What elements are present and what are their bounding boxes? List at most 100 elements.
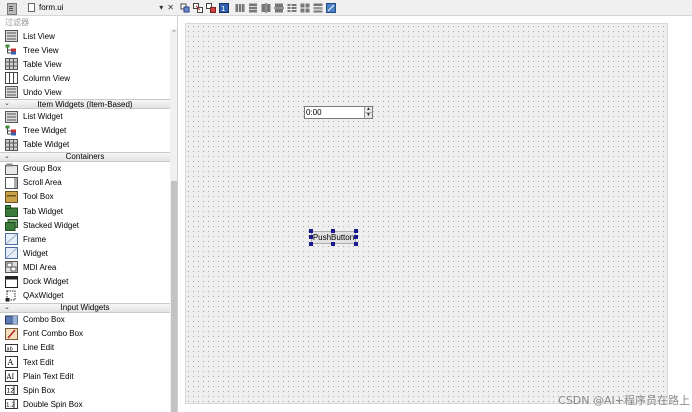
spin-box-icon: 12	[5, 385, 18, 396]
widget-item-column-view[interactable]: Column View	[0, 71, 170, 85]
widget-item-group-box[interactable]: Group Box	[0, 162, 170, 176]
selection-handle[interactable]	[331, 229, 335, 233]
svg-text:1.2: 1.2	[6, 403, 15, 409]
widget-item-table-widget[interactable]: Table Widget	[0, 138, 170, 152]
svg-text:12: 12	[7, 388, 15, 395]
category-containers[interactable]: ⌄ Containers	[0, 151, 170, 162]
tab-dropdown-icon[interactable]: ▾	[159, 3, 163, 12]
widget-item-label: Combo Box	[23, 315, 65, 325]
widget-item-table-view[interactable]: Table View	[0, 57, 170, 71]
time-edit-value: 0:00	[306, 108, 322, 117]
group-box-icon	[5, 163, 18, 175]
widget-item-double-spin-box[interactable]: 1.2 Double Spin Box	[0, 397, 170, 411]
qaxwidget-icon	[5, 290, 16, 302]
time-edit-spin-buttons[interactable]: ▲ ▼	[364, 107, 372, 118]
widget-item-scroll-area[interactable]: Scroll Area	[0, 176, 170, 190]
widget-item-text-edit[interactable]: A Text Edit	[0, 355, 170, 369]
scroll-area-icon	[5, 176, 18, 189]
widget-item-label: Double Spin Box	[23, 399, 83, 409]
layout-horizontal-icon[interactable]	[235, 3, 245, 13]
tool-box-icon	[5, 190, 18, 203]
widget-item-plain-text-edit[interactable]: AI Plain Text Edit	[0, 369, 170, 383]
file-tab-title: form.ui	[39, 3, 64, 12]
widget-item-tree-view[interactable]: Tree View	[0, 43, 170, 57]
scroll-up-icon[interactable]: ⌃	[170, 29, 177, 39]
scrollbar-thumb[interactable]	[171, 181, 177, 412]
widget-item-label: Tree Widget	[23, 126, 67, 136]
layout-vertical-icon[interactable]	[248, 3, 258, 13]
widget-item-undo-view[interactable]: Undo View	[0, 85, 170, 99]
widget-item-tab-widget[interactable]: Tab Widget	[0, 204, 170, 218]
widget-item-mdi-area[interactable]: MDI Area	[0, 260, 170, 274]
selection-handle[interactable]	[309, 229, 313, 233]
edit-signals-slots-icon[interactable]	[193, 2, 203, 13]
selection-handle[interactable]	[354, 235, 358, 239]
form-canvas[interactable]: 0:00 ▲ ▼ PushButton	[185, 23, 668, 404]
selection-handle[interactable]	[354, 229, 358, 233]
form-editor-icon	[6, 2, 17, 15]
selection-handle[interactable]	[354, 242, 358, 246]
list-view-icon	[5, 30, 18, 43]
layout-vertical-splitter-icon[interactable]	[274, 3, 284, 13]
table-view-icon	[5, 58, 18, 71]
time-edit-widget[interactable]: 0:00 ▲ ▼	[304, 106, 373, 119]
widget-item-list-widget[interactable]: List Widget	[0, 109, 170, 123]
widget-item-dock-widget[interactable]: Dock Widget	[0, 275, 170, 289]
selection-handle[interactable]	[309, 242, 313, 246]
plain-text-edit-icon: AI	[5, 370, 18, 383]
column-view-icon	[5, 72, 18, 85]
widget-item-label: Spin Box	[23, 385, 56, 395]
layout-grid-icon[interactable]	[300, 3, 310, 13]
widget-list: List View Tree View Table View Column Vi…	[0, 29, 170, 411]
category-input-widgets[interactable]: ⌄ Input Widgets	[0, 302, 170, 313]
widget-item-frame[interactable]: Frame	[0, 232, 170, 246]
filter-input[interactable]: 过滤器	[0, 16, 177, 29]
widget-item-tree-widget[interactable]: Tree Widget	[0, 124, 170, 138]
widget-item-combo-box[interactable]: Combo Box	[0, 313, 170, 327]
widget-item-widget[interactable]: Widget	[0, 246, 170, 260]
font-combo-box-icon	[5, 327, 18, 340]
svg-text:1: 1	[221, 5, 225, 13]
combo-box-icon	[5, 315, 18, 325]
widget-item-label: QAxWidget	[23, 291, 64, 301]
frame-icon	[5, 233, 18, 246]
form-editor-area: 0:00 ▲ ▼ PushButton CSDN @AI+程序员在路上	[178, 16, 692, 412]
edit-tab-order-icon[interactable]: 1	[219, 2, 229, 13]
widget-item-list-view[interactable]: List View	[0, 29, 170, 43]
widget-item-label: Table View	[23, 59, 62, 69]
widget-item-font-combo-box[interactable]: Font Combo Box	[0, 327, 170, 341]
svg-text:AI: AI	[6, 373, 15, 381]
widget-item-label: Tool Box	[23, 192, 54, 202]
widget-item-label: MDI Area	[23, 262, 57, 272]
layout-horizontal-splitter-icon[interactable]	[261, 2, 271, 13]
widget-item-label: Column View	[23, 73, 70, 83]
widget-item-label: Frame	[23, 234, 47, 244]
tree-widget-icon	[5, 125, 16, 136]
category-item-widgets[interactable]: ⌄ Item Widgets (Item-Based)	[0, 99, 170, 110]
widget-item-spin-box[interactable]: 12 Spin Box	[0, 383, 170, 397]
widget-item-tool-box[interactable]: Tool Box	[0, 190, 170, 204]
chevron-down-icon: ⌄	[4, 152, 10, 160]
stacked-widget-icon	[5, 219, 18, 232]
spin-down-icon[interactable]: ▼	[365, 112, 372, 118]
edit-buddies-icon[interactable]	[206, 2, 216, 13]
widget-item-label: Dock Widget	[23, 277, 69, 287]
selection-handle[interactable]	[309, 235, 313, 239]
layout-form-icon[interactable]	[287, 3, 297, 13]
undo-view-icon	[5, 86, 18, 99]
break-layout-icon[interactable]	[313, 3, 323, 13]
close-icon[interactable]: ✕	[167, 3, 174, 12]
selection-handle[interactable]	[331, 242, 335, 246]
edit-widgets-icon[interactable]	[180, 3, 190, 13]
widget-box-scrollbar[interactable]: ⌃	[170, 29, 177, 412]
widget-item-line-edit[interactable]: ab Line Edit	[0, 341, 170, 355]
file-tab[interactable]: form.ui	[24, 2, 159, 14]
ui-file-icon	[28, 3, 35, 12]
widget-item-label: Widget	[23, 248, 48, 258]
widget-item-stacked-widget[interactable]: Stacked Widget	[0, 218, 170, 232]
adjust-size-icon[interactable]	[326, 2, 336, 13]
widget-item-qaxwidget[interactable]: QAxWidget	[0, 289, 170, 303]
widget-item-label: List View	[23, 31, 55, 41]
tree-view-icon	[5, 44, 16, 55]
svg-text:A: A	[7, 358, 14, 367]
